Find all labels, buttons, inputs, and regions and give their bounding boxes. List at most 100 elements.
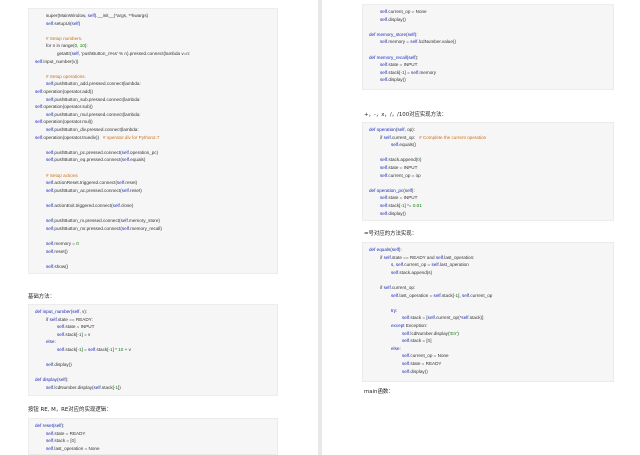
code-line: self.current_op = op: [380, 173, 421, 179]
code-token: .display(): [387, 210, 406, 216]
code-token: self: [431, 262, 439, 268]
code-token: .last_operation = None: [53, 445, 100, 451]
code-token: :: [396, 307, 398, 313]
code-token: .current_op = op: [387, 172, 421, 178]
section-label-basic-methods: 基础方法：: [28, 294, 55, 300]
code-token: self: [383, 134, 391, 140]
code-token: ).__init__(*args, **kwargs): [94, 13, 149, 18]
code-line: self.state = READY: [402, 361, 441, 367]
code-token: def: [369, 31, 377, 37]
code-token: .stack = [: [409, 315, 428, 321]
code-token: .last_operation:: [443, 254, 475, 260]
code-line: self.display(): [402, 369, 428, 375]
code-token: .pushButton_add.pressed.connect(lambda:: [53, 81, 141, 87]
code-line: self.state = INPUT: [380, 62, 417, 68]
code-line: self.pushButton_ac.pressed.connect(self.…: [46, 188, 142, 194]
code-token: def: [369, 54, 377, 60]
code-token: .operation(operator.sub)): [42, 104, 93, 110]
code-token: def: [35, 423, 43, 428]
code-token: def: [35, 377, 43, 383]
code-token: operation_pc: [376, 187, 404, 193]
code-token: .input_number(v)): [42, 58, 79, 64]
code-token: .stack[: [64, 347, 78, 352]
code-token: .operation(operator.mul)): [42, 119, 93, 125]
code-token: def: [369, 127, 377, 132]
code-line: self.display(): [380, 77, 406, 83]
code-token: .display(): [387, 77, 406, 83]
code-line: self.current_op = None: [402, 353, 449, 359]
code-line: self.state = INPUT: [57, 324, 94, 330]
code-token: .stack = [: [53, 438, 72, 444]
code-line: self.stack[-1] *= 0.01: [380, 203, 422, 209]
code-line: super(MainWindow, self).__init__(*args, …: [46, 13, 148, 19]
code-token: super(MainWindow,: [46, 13, 88, 18]
code-token: ): [78, 20, 81, 26]
code-line: self.current_op = None: [380, 9, 427, 15]
code-token: def: [35, 309, 43, 314]
code-token: .state = INPUT: [387, 62, 418, 68]
code-line: self.lcdNumber.display('Err'): [402, 331, 459, 337]
code-token: .stack = [: [409, 338, 428, 344]
code-token: operation: [376, 127, 396, 132]
code-line: self.pushButton_eq.pressed.connect(self.…: [46, 157, 145, 163]
code-token: .current_op:: [390, 285, 416, 290]
code-token: .pushButton_mr.pressed.connect(: [53, 225, 122, 231]
code-token: self: [93, 385, 101, 390]
code-line: self.pushButton_add.pressed.connect(lamb…: [46, 81, 141, 87]
code-line: except Exception:: [391, 323, 427, 329]
code-token: .current_op = None: [387, 9, 427, 14]
code-token: .state = READY: [53, 430, 86, 436]
code-token: ]): [118, 385, 121, 390]
code-token: self: [395, 262, 404, 268]
code-token: .state == READY:: [56, 316, 93, 322]
code-token: .actionReset.triggered.connect(: [53, 180, 117, 186]
code-line: self.operation(operator.truediv)) # oper…: [35, 135, 159, 141]
code-token: .pushButton_div.pressed.connect(lambda:: [53, 127, 139, 132]
code-line: self.actionReset.triggered.connect(self.…: [46, 180, 137, 186]
code-line: self.memory = self.lcdNumber.value(): [380, 39, 456, 45]
code-token: .pushButton_mul.pressed.connect(lambda:: [53, 111, 141, 117]
code-token: self: [121, 187, 129, 193]
code-line: self.reset(): [46, 249, 68, 255]
code-token: .last_operation: [438, 262, 469, 268]
code-token: self: [383, 285, 391, 290]
code-token: ): [457, 330, 459, 336]
code-token: .equals): [129, 157, 146, 163]
section-label-equals: =号对应的方法实现：: [364, 231, 418, 237]
code-token: self: [120, 218, 128, 224]
code-token: self: [407, 31, 415, 37]
code-line: self.memory = 0: [46, 241, 79, 247]
code-token: .stack[: [95, 347, 109, 352]
code-line: self.pushButton_sub.pressed.connect(lamb…: [46, 97, 141, 103]
code-line: self.state = INPUT: [380, 195, 417, 201]
code-token: .memory =: [387, 39, 411, 45]
code-token: :: [54, 339, 56, 345]
code-line: self.stack = [0]: [46, 438, 76, 444]
code-token: self: [433, 292, 441, 298]
code-token: .stack[: [440, 292, 454, 298]
code-token: .lcdNumber.display(: [53, 385, 94, 390]
code-token: ):: [414, 31, 418, 37]
code-token: .lcdNumber.value(): [417, 39, 456, 45]
code-line: self.state = INPUT: [380, 165, 417, 171]
code-line: self.stack.append(0): [380, 157, 421, 163]
code-token: self: [435, 254, 444, 260]
code-token: .stack)]: [468, 315, 484, 321]
code-token: .state = READY: [409, 361, 442, 366]
code-token: Exception:: [405, 323, 428, 328]
code-token: ):: [61, 423, 65, 428]
code-token: reset: [42, 423, 53, 428]
code-token: ):: [415, 54, 419, 60]
code-token: self: [58, 377, 66, 383]
code-token: self: [87, 13, 95, 18]
code-token: ]: [74, 438, 76, 444]
document-page-right: self.current_op = None self.display() def …: [322, 0, 640, 455]
code-line: self.stack.append(s): [391, 270, 432, 276]
section-label-buttons: 按钮 RE, M，RE对应的实现逻辑：: [28, 407, 112, 413]
code-token: self: [397, 127, 405, 132]
code-block-init: super(MainWindow, self).__init__(*args, …: [28, 8, 278, 274]
code-token: .current_op(*: [434, 315, 462, 321]
code-token: .pushButton_ac.pressed.connect(: [53, 187, 122, 193]
code-token: .memory: [418, 69, 437, 75]
code-token: .operation(operator.add)): [42, 89, 93, 94]
